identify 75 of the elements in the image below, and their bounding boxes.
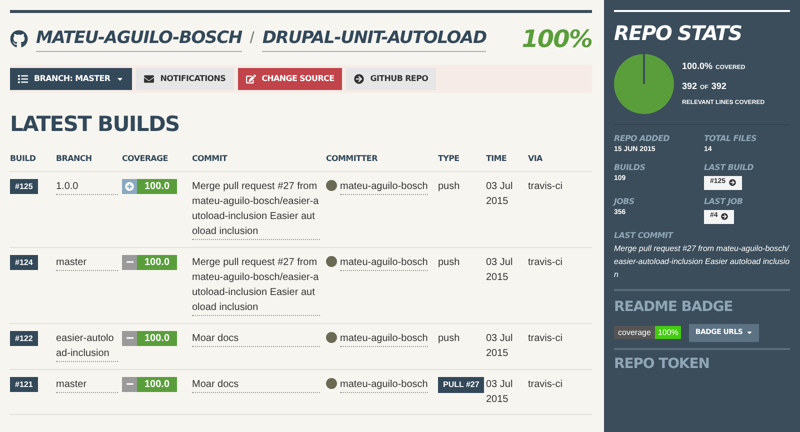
- toolbar-button[interactable]: GITHUB REPO: [346, 68, 436, 90]
- avatar-placeholder: [326, 332, 337, 342]
- coverage-value: 100.0: [137, 254, 177, 270]
- via-text: travis-ci: [528, 332, 564, 346]
- column-header: TYPE: [438, 152, 460, 164]
- column-header: BUILD: [10, 152, 37, 164]
- pull-badge[interactable]: PULL #27: [438, 376, 484, 392]
- branch-link[interactable]: master: [56, 254, 118, 270]
- column-header: TIME: [486, 152, 508, 164]
- time-text: 03 Jul 2015: [486, 332, 514, 360]
- committer-link[interactable]: mateu-aguilo-bosch: [340, 376, 428, 392]
- path-separator: /: [250, 29, 254, 49]
- repo-link[interactable]: DRUPAL-UNIT-AUTOLOAD: [262, 26, 486, 52]
- time-text: 03 Jul 2015: [486, 256, 514, 284]
- stat-label: LAST COMMIT: [614, 230, 674, 242]
- time-text: 03 Jul 2015: [486, 378, 514, 406]
- coverage-value: 100.0: [137, 376, 177, 392]
- coverage-pie-icon: [614, 54, 674, 114]
- column-header: COMMITTER: [326, 152, 378, 164]
- coverage-value: 100.0: [137, 178, 177, 194]
- caret-icon: [116, 75, 124, 83]
- envelope-icon: [144, 74, 154, 84]
- last-commit-text: Merge pull request #27 from mateu-aguilo-bosch/easier-autoload-inclusion Easier autoload inclusion: [614, 242, 790, 290]
- avatar-placeholder: [326, 378, 337, 388]
- github-logo-icon: [10, 30, 28, 48]
- stat-label: REPO ADDED: [614, 133, 670, 145]
- column-header: VIA: [528, 152, 544, 164]
- branch-link[interactable]: easier-autoload-inclusion: [56, 330, 118, 362]
- committer-link[interactable]: mateu-aguilo-bosch: [340, 254, 428, 270]
- covered-value: 100.0%: [682, 60, 713, 73]
- build-badge[interactable]: #121: [10, 376, 38, 392]
- stat-label: JOBS: [614, 196, 636, 208]
- stat-label: TOTAL FILES: [704, 133, 758, 145]
- build-badge[interactable]: #125: [10, 178, 38, 194]
- owner-link[interactable]: MATEU-AGUILO-BOSCH: [36, 26, 242, 52]
- plus-icon: [125, 182, 134, 190]
- avatar-placeholder: [326, 256, 337, 266]
- via-text: travis-ci: [528, 180, 564, 194]
- lines-count: 392: [682, 80, 698, 92]
- caret-icon: [746, 329, 753, 336]
- toolbar-button[interactable]: CHANGE SOURCE: [238, 68, 342, 90]
- stat-label: LAST JOB: [704, 196, 744, 208]
- branch-link[interactable]: master: [56, 376, 118, 392]
- column-header: BRANCH: [56, 152, 93, 164]
- build-badge[interactable]: #122: [10, 330, 38, 346]
- type-text: push: [438, 256, 460, 268]
- commit-link[interactable]: Merge pull request #27 from mateu-aguilo-bosch/easier-autoload-inclusion Easier autoload inclusion: [192, 178, 320, 240]
- stat-label: LAST BUILD: [704, 162, 754, 174]
- type-text: push: [438, 180, 460, 192]
- edit-icon: [246, 74, 256, 84]
- toolbar-button[interactable]: NOTIFICATIONS: [136, 68, 234, 90]
- lines-total: 392: [711, 80, 726, 92]
- coverage-percent: 100%: [522, 24, 592, 55]
- commit-link[interactable]: Moar docs: [192, 330, 320, 346]
- avatar-placeholder: [326, 180, 337, 190]
- commit-link[interactable]: Moar docs: [192, 376, 320, 392]
- stat-label: BUILDS: [614, 162, 646, 174]
- committer-link[interactable]: mateu-aguilo-bosch: [340, 330, 428, 346]
- build-badge[interactable]: #124: [10, 254, 38, 270]
- branch-link[interactable]: 1.0.0: [56, 178, 118, 194]
- column-header: COVERAGE: [122, 152, 169, 164]
- committer-link[interactable]: mateu-aguilo-bosch: [340, 178, 428, 194]
- section-title: README BADGE: [614, 298, 734, 316]
- toolbar-button[interactable]: BRANCH: MASTER: [10, 68, 132, 90]
- sidebar-title: REPO STATS: [614, 20, 743, 47]
- type-text: push: [438, 332, 460, 344]
- list-icon: [18, 74, 28, 84]
- section-title: LATEST BUILDS: [10, 111, 180, 138]
- commit-link[interactable]: Merge pull request #27 from mateu-aguilo-bosch/easier-autoload-inclusion Easier autoload inclusion: [192, 254, 320, 316]
- column-header: COMMIT: [192, 152, 228, 164]
- time-text: 03 Jul 2015: [486, 180, 514, 208]
- via-text: travis-ci: [528, 256, 564, 270]
- coverage-value: 100.0: [137, 330, 177, 346]
- via-text: travis-ci: [528, 378, 564, 392]
- section-title: REPO TOKEN: [614, 354, 710, 374]
